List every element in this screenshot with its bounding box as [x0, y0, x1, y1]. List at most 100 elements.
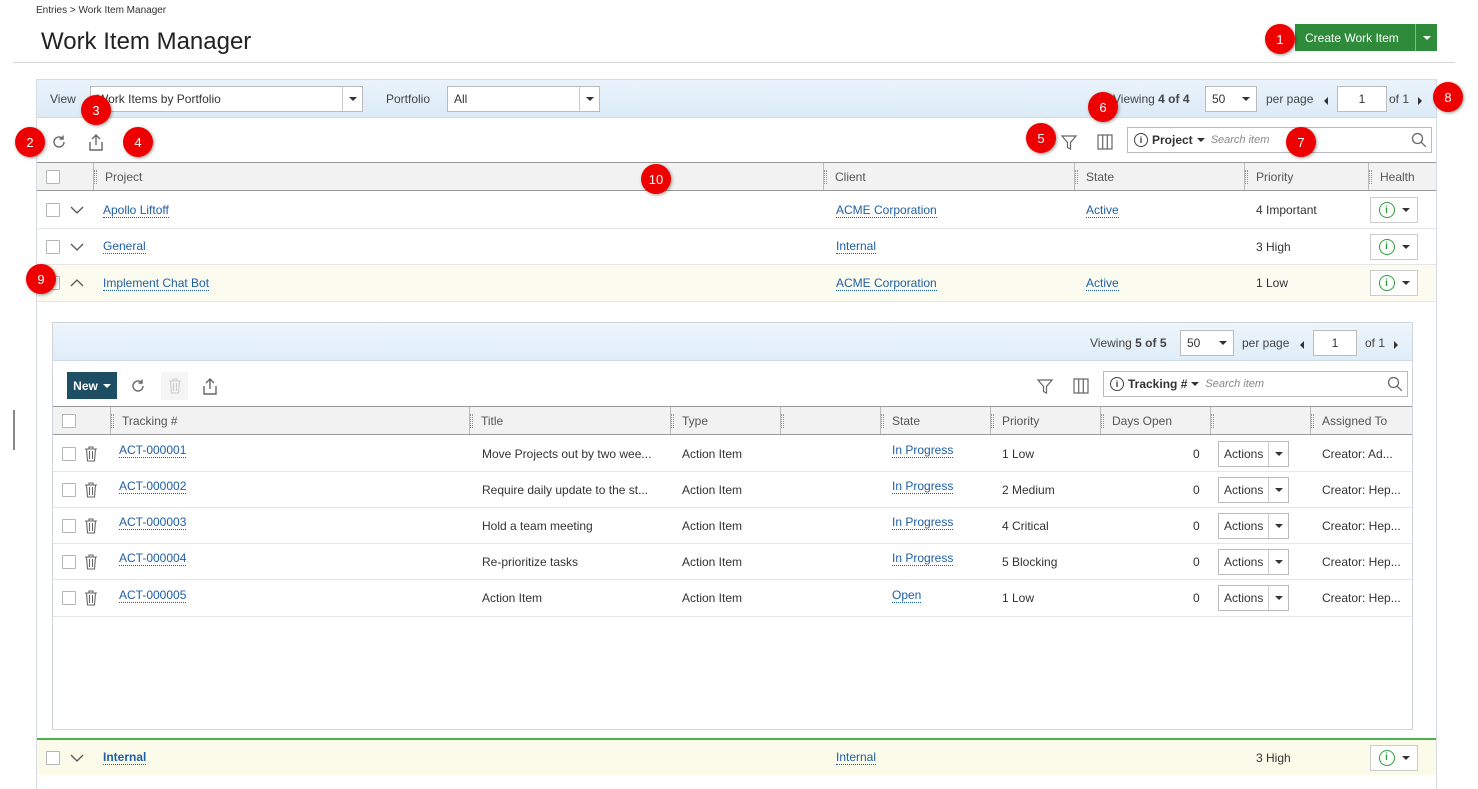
refresh-icon[interactable] — [49, 132, 69, 152]
column-header-assigned-to[interactable]: Assigned To — [1310, 407, 1412, 434]
project-link[interactable]: Implement Chat Bot — [103, 276, 210, 291]
filter-icon[interactable] — [1059, 132, 1079, 152]
work-item-row[interactable]: ACT-000005 Action Item Action Item Open … — [53, 580, 1412, 617]
health-dropdown[interactable]: i — [1370, 233, 1418, 260]
client-link[interactable]: Internal — [836, 750, 877, 765]
row-checkbox[interactable] — [46, 203, 60, 217]
row-checkbox[interactable] — [62, 554, 76, 569]
subgrid-search-scope-dropdown[interactable]: i Tracking # — [1104, 377, 1205, 391]
work-item-row[interactable]: ACT-000003 Hold a team meeting Action It… — [53, 508, 1412, 544]
project-link[interactable]: General — [103, 239, 146, 254]
select-all-checkbox[interactable] — [46, 169, 60, 184]
client-link[interactable]: ACME Corporation — [836, 203, 937, 218]
subgrid-refresh-icon[interactable] — [128, 376, 148, 396]
expand-chevron-icon[interactable] — [70, 192, 84, 228]
view-select[interactable]: Work Items by Portfolio — [90, 86, 363, 112]
subgrid-page-size-select[interactable]: 50 — [1180, 330, 1234, 356]
create-work-item-dropdown[interactable] — [1415, 24, 1437, 51]
prev-page-icon[interactable] — [1324, 94, 1328, 108]
row-checkbox[interactable] — [62, 446, 76, 461]
row-checkbox[interactable] — [46, 239, 60, 254]
tracking-link[interactable]: ACT-000004 — [119, 551, 187, 566]
tracking-link[interactable]: ACT-000005 — [119, 588, 187, 603]
create-work-item-button[interactable]: Create Work Item — [1295, 24, 1437, 51]
project-row[interactable]: Apollo Liftoff ACME Corporation Active 4… — [37, 192, 1436, 229]
project-row[interactable]: General Internal 3 High i — [37, 229, 1436, 265]
project-row[interactable]: Internal Internal 3 High i — [37, 738, 1436, 775]
state-link[interactable]: In Progress — [892, 515, 954, 530]
row-checkbox[interactable] — [62, 482, 76, 497]
state-link[interactable]: Open — [892, 588, 922, 603]
column-header-tracking[interactable]: Tracking # — [110, 407, 469, 434]
column-header-project[interactable]: Project — [93, 163, 823, 190]
project-link[interactable]: Internal — [103, 750, 147, 765]
search-icon[interactable] — [1387, 376, 1407, 392]
portfolio-select[interactable]: All — [447, 86, 600, 112]
column-header-blank[interactable] — [780, 407, 880, 434]
trash-icon[interactable] — [84, 472, 98, 507]
state-link[interactable]: Active — [1086, 276, 1119, 291]
tracking-link[interactable]: ACT-000001 — [119, 443, 187, 458]
column-header-client[interactable]: Client — [823, 163, 1074, 190]
row-checkbox[interactable] — [46, 750, 60, 765]
search-scope-dropdown[interactable]: i Project — [1128, 133, 1211, 147]
trash-icon[interactable] — [84, 436, 98, 471]
column-header-title[interactable]: Title — [469, 407, 670, 434]
column-header-type[interactable]: Type — [670, 407, 780, 434]
health-dropdown[interactable]: i — [1370, 197, 1418, 223]
page-size-select[interactable]: 50 — [1205, 86, 1257, 112]
column-header-actions[interactable] — [1210, 407, 1310, 434]
subgrid-columns-icon[interactable] — [1071, 376, 1091, 396]
search-icon[interactable] — [1411, 132, 1431, 148]
state-link[interactable]: In Progress — [892, 479, 954, 494]
page-input[interactable]: 1 — [1337, 86, 1387, 112]
trash-icon[interactable] — [84, 544, 98, 579]
row-checkbox[interactable] — [62, 518, 76, 533]
client-link[interactable]: ACME Corporation — [836, 276, 937, 291]
work-item-row[interactable]: ACT-000004 Re-prioritize tasks Action It… — [53, 544, 1412, 580]
column-header-days-open[interactable]: Days Open — [1100, 407, 1210, 434]
collapse-chevron-icon[interactable] — [70, 265, 84, 301]
actions-dropdown[interactable]: Actions — [1218, 476, 1289, 503]
columns-icon[interactable] — [1095, 132, 1115, 152]
project-search[interactable]: i Project Search item — [1127, 127, 1432, 153]
column-header-health[interactable]: Health — [1368, 163, 1436, 190]
column-header-priority[interactable]: Priority — [1244, 163, 1368, 190]
export-icon[interactable] — [86, 131, 106, 153]
actions-dropdown[interactable]: Actions — [1218, 440, 1289, 467]
health-dropdown[interactable]: i — [1370, 744, 1418, 771]
subgrid-prev-page-icon[interactable] — [1300, 338, 1304, 352]
side-handle[interactable] — [13, 410, 15, 450]
column-header-sub-state[interactable]: State — [880, 407, 990, 434]
subgrid-search-input[interactable]: Search item — [1205, 378, 1387, 390]
tracking-search[interactable]: i Tracking # Search item — [1103, 371, 1408, 397]
tracking-link[interactable]: ACT-000002 — [119, 479, 187, 494]
state-link[interactable]: Active — [1086, 203, 1119, 218]
subgrid-filter-icon[interactable] — [1035, 376, 1055, 396]
expand-chevron-icon[interactable] — [70, 229, 84, 264]
actions-dropdown[interactable]: Actions — [1218, 512, 1289, 539]
column-header-state[interactable]: State — [1074, 163, 1244, 190]
tracking-link[interactable]: ACT-000003 — [119, 515, 187, 530]
subgrid-delete-icon[interactable] — [161, 372, 188, 400]
health-dropdown[interactable]: i — [1370, 270, 1418, 296]
project-link[interactable]: Apollo Liftoff — [103, 203, 169, 218]
actions-dropdown[interactable]: Actions — [1218, 585, 1289, 611]
work-item-row[interactable]: ACT-000001 Move Projects out by two wee.… — [53, 436, 1412, 472]
subgrid-next-page-icon[interactable] — [1394, 338, 1398, 352]
subgrid-page-input[interactable]: 1 — [1313, 330, 1357, 356]
column-header-sub-priority[interactable]: Priority — [990, 407, 1100, 434]
expand-chevron-icon[interactable] — [70, 740, 84, 775]
client-link[interactable]: Internal — [836, 239, 877, 254]
state-link[interactable]: In Progress — [892, 551, 954, 566]
subgrid-select-all-checkbox[interactable] — [62, 413, 76, 428]
state-link[interactable]: In Progress — [892, 443, 954, 458]
new-button[interactable]: New — [67, 372, 117, 399]
project-row-expanded[interactable]: Implement Chat Bot ACME Corporation Acti… — [37, 265, 1436, 302]
work-item-row[interactable]: ACT-000002 Require daily update to the s… — [53, 472, 1412, 508]
trash-icon[interactable] — [84, 508, 98, 543]
actions-dropdown[interactable]: Actions — [1218, 548, 1289, 575]
next-page-icon[interactable] — [1418, 94, 1422, 108]
row-checkbox[interactable] — [62, 591, 76, 605]
trash-icon[interactable] — [84, 580, 98, 616]
